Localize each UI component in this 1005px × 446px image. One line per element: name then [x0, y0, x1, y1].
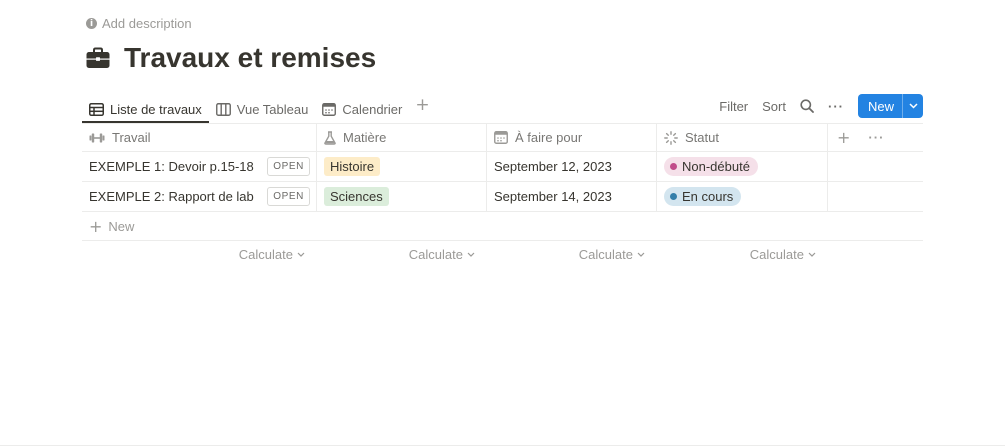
chevron-down-icon	[637, 252, 645, 257]
status-dot	[670, 163, 677, 170]
subject-tag: Sciences	[324, 187, 389, 206]
row-title: EXEMPLE 1: Devoir p.15-18	[89, 159, 254, 174]
sort-button[interactable]: Sort	[762, 99, 786, 114]
calendar-icon	[494, 131, 508, 144]
status-badge: Non-débuté	[664, 157, 758, 176]
add-property-icon[interactable]: +	[837, 128, 850, 147]
column-label: À faire pour	[515, 130, 583, 145]
column-header-matiere[interactable]: Matière	[317, 124, 487, 151]
column-label: Statut	[685, 130, 719, 145]
cell-statut[interactable]: Non-débuté	[657, 152, 828, 181]
cell-statut[interactable]: En cours	[657, 182, 828, 211]
calculate-matiere[interactable]: Calculate	[317, 241, 487, 267]
due-date: September 14, 2023	[494, 189, 612, 204]
status-dot	[670, 193, 677, 200]
tab-liste-de-travaux[interactable]: Liste de travaux	[82, 94, 209, 123]
status-label: Non-débuté	[682, 159, 750, 174]
tab-label: Vue Tableau	[236, 101, 309, 117]
table-row[interactable]: EXEMPLE 2: Rapport de lab OPEN Sciences …	[82, 182, 923, 212]
search-icon[interactable]	[800, 99, 814, 113]
database-table: Travail Matière À faire pour Statut + ··…	[82, 123, 923, 267]
column-label: Travail	[112, 130, 151, 145]
chevron-down-icon[interactable]	[902, 94, 923, 118]
column-header-statut[interactable]: Statut	[657, 124, 828, 151]
status-badge: En cours	[664, 187, 742, 206]
table-row[interactable]: EXEMPLE 1: Devoir p.15-18 OPEN Histoire …	[82, 152, 923, 182]
filter-button[interactable]: Filter	[719, 99, 748, 114]
open-button[interactable]: OPEN	[267, 187, 310, 206]
column-label: Matière	[343, 130, 387, 145]
cell-empty	[828, 152, 923, 181]
info-icon: i	[86, 18, 97, 29]
new-button-label: New	[867, 99, 894, 114]
calculate-row: Calculate Calculate Calculate Calculate	[82, 241, 923, 267]
tab-calendrier[interactable]: Calendrier	[315, 94, 409, 120]
briefcase-icon[interactable]	[86, 47, 110, 69]
column-header-a-faire-pour[interactable]: À faire pour	[487, 124, 657, 151]
view-tabs: Liste de travaux Vue Tableau Calendrier …	[82, 94, 436, 124]
board-icon	[215, 102, 231, 116]
new-button[interactable]: New	[857, 94, 923, 118]
calculate-label: Calculate	[408, 246, 463, 262]
add-view-icon[interactable]: +	[409, 94, 435, 116]
calculate-travail[interactable]: Calculate	[82, 241, 317, 267]
more-options-icon[interactable]: ···	[868, 130, 884, 145]
cell-date[interactable]: September 12, 2023	[487, 152, 657, 181]
cell-travail[interactable]: EXEMPLE 1: Devoir p.15-18 OPEN	[82, 152, 317, 181]
column-header-travail[interactable]: Travail	[82, 124, 317, 151]
chevron-down-icon	[297, 252, 305, 257]
status-label: En cours	[682, 189, 734, 204]
chevron-down-icon	[808, 252, 816, 257]
loading-icon	[664, 130, 678, 145]
cell-empty	[828, 182, 923, 211]
row-title: EXEMPLE 2: Rapport de lab	[89, 189, 254, 204]
calculate-statut[interactable]: Calculate	[657, 241, 828, 267]
page-title: Travaux et remises	[124, 42, 377, 73]
tab-label: Calendrier	[342, 101, 403, 117]
plus-icon: +	[89, 216, 103, 236]
chevron-down-icon	[467, 252, 475, 257]
cell-date[interactable]: September 14, 2023	[487, 182, 657, 211]
cell-matiere[interactable]: Histoire	[317, 152, 487, 181]
subject-tag: Histoire	[324, 157, 381, 176]
tab-vue-tableau[interactable]: Vue Tableau	[209, 94, 316, 120]
column-actions: + ···	[828, 124, 923, 151]
view-toolbar: Filter Sort ··· New	[719, 94, 923, 118]
calculate-label: Calculate	[238, 246, 293, 262]
tab-label: Liste de travaux	[110, 102, 202, 117]
calculate-label: Calculate	[578, 246, 633, 262]
add-row-button[interactable]: + New	[82, 212, 923, 241]
table-icon	[89, 103, 104, 116]
table-header: Travail Matière À faire pour Statut + ··…	[82, 123, 923, 152]
cell-matiere[interactable]: Sciences	[317, 182, 487, 211]
add-row-label: New	[108, 218, 135, 234]
calendar-icon	[322, 102, 337, 116]
calculate-label: Calculate	[749, 246, 804, 262]
cell-travail[interactable]: EXEMPLE 2: Rapport de lab OPEN	[82, 182, 317, 211]
open-button[interactable]: OPEN	[267, 157, 310, 176]
flask-icon	[324, 130, 336, 145]
more-options-icon[interactable]: ···	[828, 99, 844, 114]
due-date: September 12, 2023	[494, 159, 612, 174]
calculate-date[interactable]: Calculate	[487, 241, 657, 267]
add-description[interactable]: i Add description	[86, 16, 192, 31]
dumbbell-icon	[89, 132, 105, 144]
page-header: Travaux et remises	[86, 42, 376, 74]
add-description-label: Add description	[102, 16, 192, 31]
